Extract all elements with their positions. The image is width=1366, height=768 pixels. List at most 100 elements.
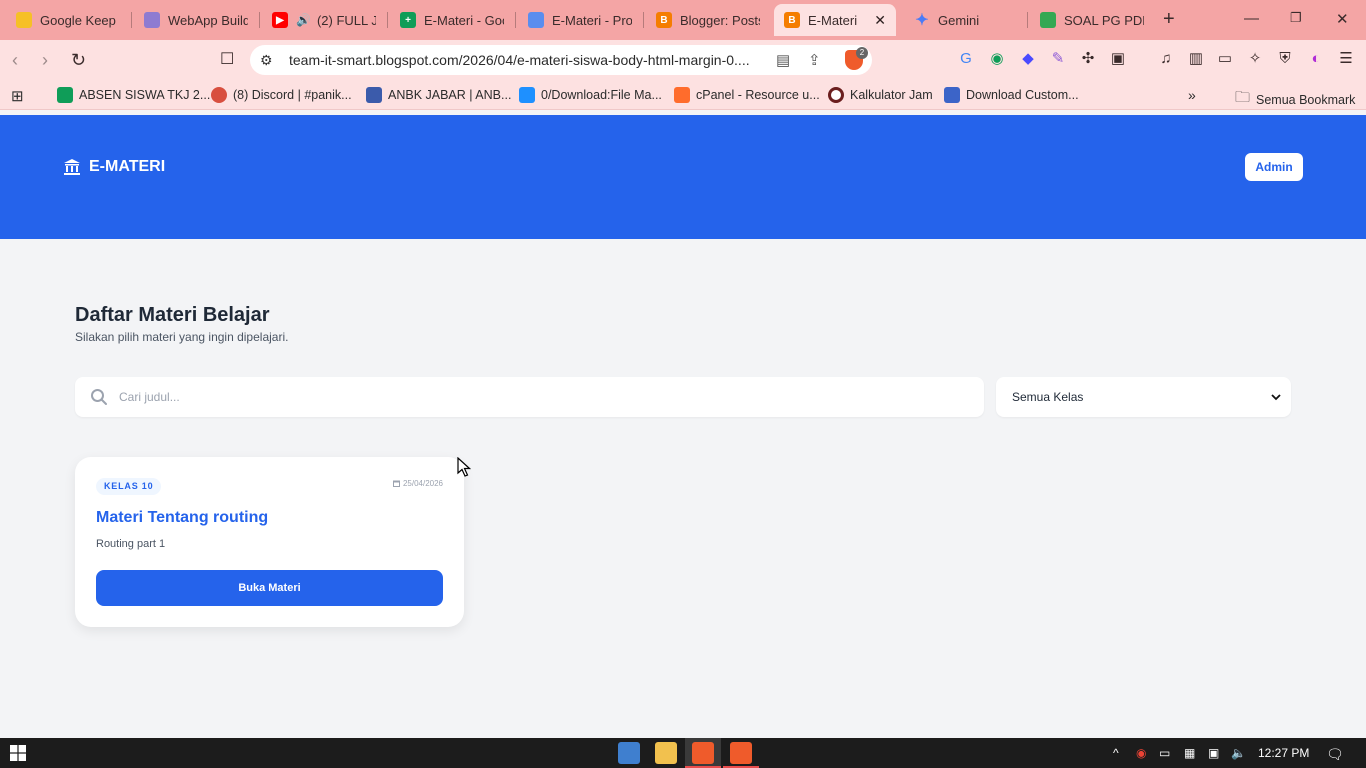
date-text: 25/04/2026: [402, 479, 443, 488]
speaker-icon[interactable]: 🔊: [296, 13, 311, 27]
tab-title: WebApp Builde: [168, 12, 248, 28]
display-settings-icon[interactable]: [618, 742, 640, 764]
brave-profile-icon[interactable]: [730, 742, 752, 764]
folder-icon: 🗀: [1235, 89, 1251, 106]
sidebar-icon[interactable]: ▥: [1187, 50, 1205, 68]
shield-count-badge: 2: [856, 47, 868, 59]
web-page: E-MATERI Admin Daftar Materi Belajar Sil…: [0, 115, 1366, 738]
blogger-icon: B: [656, 12, 672, 28]
mouse-cursor-icon: [457, 457, 471, 477]
forward-icon[interactable]: ›: [42, 50, 48, 70]
network-icon[interactable]: ▣: [1208, 746, 1219, 760]
profile-icon[interactable]: ◐: [1307, 50, 1325, 68]
bookmark-discord[interactable]: (8) Discord | #panik...: [211, 87, 352, 103]
more-bookmarks-icon[interactable]: »: [1188, 87, 1196, 103]
apps-grid-icon[interactable]: ⊞: [11, 87, 24, 105]
keyboard-icon[interactable]: ▦: [1184, 746, 1195, 760]
search-input[interactable]: [119, 377, 969, 417]
bookmark-label: Kalkulator Jam: [850, 88, 933, 102]
color-extension-icon[interactable]: ◆: [1019, 50, 1037, 68]
tab-webapp-builder[interactable]: WebApp Builde: [134, 4, 258, 36]
close-window-icon[interactable]: ✕: [1336, 10, 1349, 28]
back-icon[interactable]: ‹: [12, 50, 18, 70]
tab-e-materi-sheets[interactable]: + E-Materi - Goo: [390, 4, 514, 36]
media-control-icon[interactable]: ♫: [1157, 50, 1175, 68]
page-subtitle: Silakan pilih materi yang ingin dipelaja…: [75, 330, 289, 344]
eyedropper-extension-icon[interactable]: ✎: [1049, 50, 1067, 68]
download-custom-icon: [944, 87, 960, 103]
bookmark-kalkulator-jam[interactable]: Kalkulator Jam: [828, 87, 933, 103]
bookmark-download-custom[interactable]: Download Custom...: [944, 87, 1079, 103]
minimize-icon[interactable]: —: [1244, 10, 1259, 27]
bookmark-download-file[interactable]: 0/Download:File Ma...: [519, 87, 662, 103]
brave-browser-icon[interactable]: [692, 742, 714, 764]
file-explorer-icon[interactable]: [655, 742, 677, 764]
tray-overflow-icon[interactable]: ^: [1113, 746, 1119, 760]
search-icon: [91, 389, 107, 405]
url-text[interactable]: team-it-smart.blogspot.com/2026/04/e-mat…: [289, 52, 769, 68]
bookmark-label: cPanel - Resource u...: [696, 88, 820, 102]
bookmark-label: ANBK JABAR | ANB...: [388, 88, 512, 102]
all-bookmarks-folder[interactable]: 🗀 Semua Bookmark: [1235, 87, 1355, 112]
tab-youtube[interactable]: ▶ 🔊 (2) FULL JA: [262, 4, 386, 36]
screenshot-extension-icon[interactable]: ▣: [1109, 50, 1127, 68]
address-bar[interactable]: ⚙ team-it-smart.blogspot.com/2026/04/e-m…: [250, 45, 872, 75]
tab-soal-pg-pdf[interactable]: SOAL PG PDF -: [1030, 4, 1154, 36]
bookmark-absen-siswa[interactable]: ABSEN SISWA TKJ 2...: [57, 87, 210, 103]
tab-title: SOAL PG PDF -: [1064, 12, 1144, 28]
file-manager-icon: [519, 87, 535, 103]
tab-google-keep[interactable]: Google Keep: [6, 4, 130, 36]
chevron-down-icon: [1271, 394, 1281, 401]
bookmark-cpanel[interactable]: cPanel - Resource u...: [674, 87, 820, 103]
open-material-button[interactable]: Buka Materi: [96, 570, 443, 606]
site-settings-icon[interactable]: ⚙: [260, 52, 273, 69]
url-domain: team-it-smart.blogspot.com: [289, 52, 459, 68]
chrome-tray-icon[interactable]: ◉: [1136, 746, 1146, 760]
bookmark-label: (8) Discord | #panik...: [233, 88, 352, 102]
site-logo[interactable]: E-MATERI: [63, 158, 165, 176]
page-title: Daftar Materi Belajar: [75, 304, 270, 326]
tab-e-materi-active[interactable]: B E-Materi ✕: [774, 4, 896, 36]
volume-icon[interactable]: 🔈: [1231, 746, 1246, 760]
bookmark-icon[interactable]: ☐: [220, 50, 234, 70]
vpn-icon[interactable]: ⛨: [1276, 50, 1294, 68]
translate-extension-icon[interactable]: G: [957, 50, 975, 68]
taskbar-clock[interactable]: 12:27 PM: [1258, 746, 1309, 760]
google-keep-icon: [16, 12, 32, 28]
close-tab-icon[interactable]: ✕: [866, 12, 886, 29]
tab-title: Gemini: [938, 12, 980, 28]
share-icon[interactable]: ⇪: [808, 51, 821, 69]
grammar-extension-icon[interactable]: ◉: [988, 50, 1006, 68]
reader-mode-icon[interactable]: ▤: [776, 51, 790, 69]
brand-name: E-MATERI: [89, 158, 166, 175]
reload-icon[interactable]: ↻: [71, 50, 86, 70]
notifications-icon[interactable]: 🗨: [1326, 746, 1344, 763]
wallet-icon[interactable]: ▭: [1216, 50, 1234, 68]
restore-icon[interactable]: ❐: [1290, 10, 1302, 26]
material-card: KELAS 10 25/04/2026 Materi Tentang routi…: [75, 457, 464, 627]
bookmark-label: ABSEN SISWA TKJ 2...: [79, 88, 211, 102]
battery-icon[interactable]: ▭: [1159, 746, 1170, 760]
clock-icon: [828, 87, 844, 103]
leo-ai-icon[interactable]: ✧: [1246, 50, 1264, 68]
bookmark-anbk[interactable]: ANBK JABAR | ANB...: [366, 87, 511, 103]
material-title[interactable]: Materi Tentang routing: [96, 509, 268, 527]
class-filter-select[interactable]: Semua Kelas: [996, 377, 1291, 417]
tab-title: Google Keep: [40, 12, 116, 28]
bookmark-label: 0/Download:File Ma...: [541, 88, 662, 102]
windows-start-icon[interactable]: [10, 745, 26, 761]
anbk-icon: [366, 87, 382, 103]
extensions-puzzle-icon[interactable]: ✣: [1079, 50, 1097, 68]
tab-e-materi-project[interactable]: E-Materi - Proj: [518, 4, 642, 36]
sheets-icon: [57, 87, 73, 103]
youtube-icon: ▶: [272, 12, 288, 28]
site-header: E-MATERI Admin: [0, 115, 1366, 239]
material-description: Routing part 1: [96, 538, 166, 550]
tab-blogger-posts[interactable]: B Blogger: Posts: [646, 4, 770, 36]
new-tab-icon[interactable]: +: [1163, 8, 1175, 30]
admin-button[interactable]: Admin: [1245, 153, 1303, 181]
tab-gemini[interactable]: ✦ Gemini: [904, 4, 1028, 36]
gemini-icon: ✦: [915, 12, 929, 29]
menu-icon[interactable]: ☰: [1337, 50, 1355, 68]
calendar-icon: [392, 480, 400, 487]
